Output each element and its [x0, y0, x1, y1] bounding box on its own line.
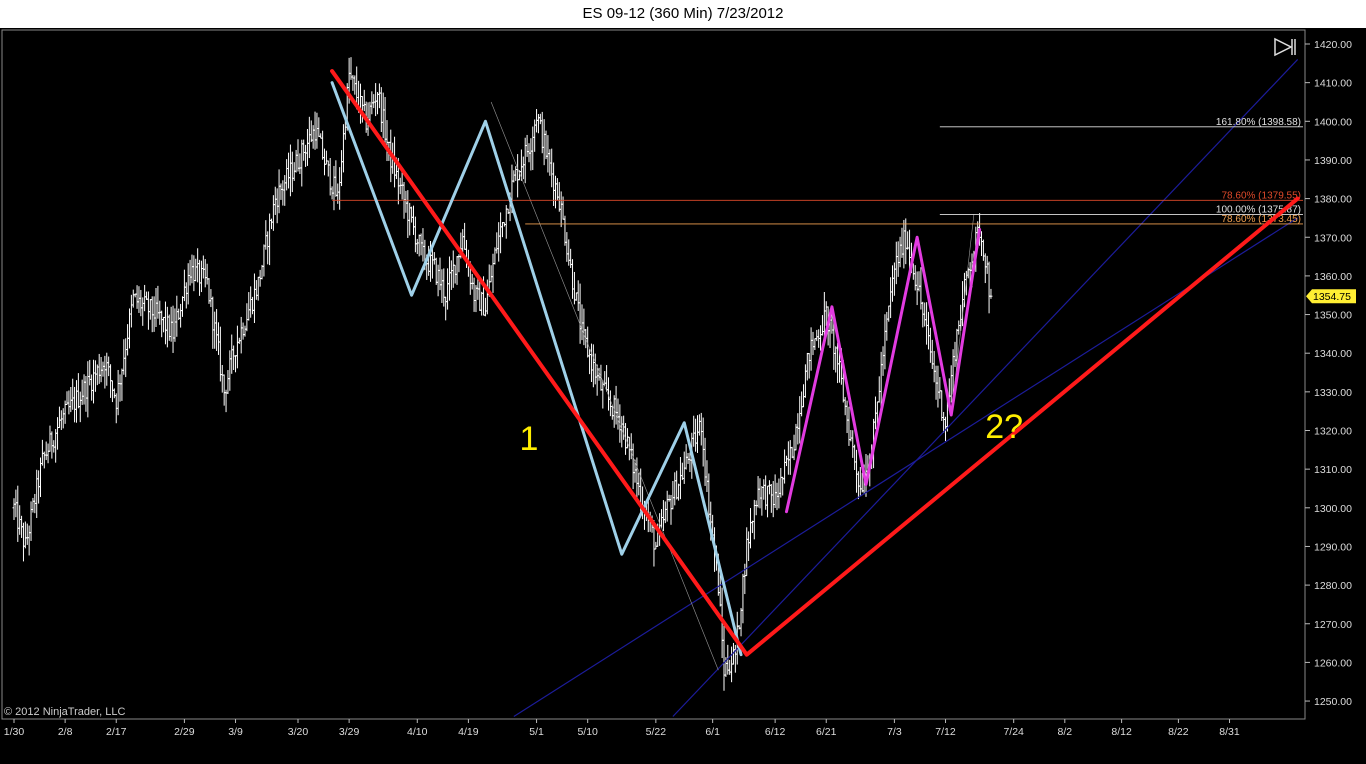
x-tick-label: 6/1: [705, 726, 720, 738]
fib-level-label: 161.80% (1398.58): [1216, 117, 1301, 128]
x-tick-label: 3/9: [228, 726, 243, 738]
price-chart[interactable]: 161.80% (1398.58)78.60% (1379.55)100.00%…: [0, 28, 1366, 764]
play-to-end-icon[interactable]: [1272, 36, 1298, 58]
y-tick-label: 1330.00: [1314, 387, 1352, 399]
x-tick-label: 6/21: [816, 726, 837, 738]
y-tick-label: 1280.00: [1314, 580, 1352, 592]
y-tick-label: 1390.00: [1314, 155, 1352, 167]
price-axis[interactable]: 1250.00 1260.00 1270.00 1280.00 1290.00 1300.…: [1305, 39, 1356, 708]
x-tick-label: 4/19: [458, 726, 479, 738]
x-tick-label: 2/8: [58, 726, 73, 738]
y-tick-label: 1360.00: [1314, 271, 1352, 283]
x-tick-label: 7/3: [887, 726, 902, 738]
y-tick-label: 1290.00: [1314, 541, 1352, 553]
x-tick-label: 8/12: [1111, 726, 1132, 738]
x-tick-label: 5/1: [529, 726, 544, 738]
y-tick-label: 1270.00: [1314, 619, 1352, 631]
time-axis[interactable]: 1/30 2/8 2/17 2/29 3/9 3/20 3/29 4/10 4/19 5/1 5/1…: [4, 719, 1240, 738]
y-tick-label: 1300.00: [1314, 503, 1352, 515]
chart-window: ES 09-12 (360 Min) 7/23/2012 161.80% (13…: [0, 0, 1366, 764]
fib-level-label: 78.60% (1373.45): [1221, 214, 1301, 225]
x-tick-label: 5/22: [646, 726, 667, 738]
wave-label: 1: [520, 420, 539, 458]
y-tick-label: 1370.00: [1314, 232, 1352, 244]
x-tick-label: 7/24: [1003, 726, 1024, 738]
fib-level-label: 78.60% (1379.55): [1221, 190, 1301, 201]
x-tick-label: 7/12: [935, 726, 956, 738]
x-tick-label: 3/20: [288, 726, 309, 738]
x-tick-label: 8/22: [1168, 726, 1189, 738]
x-tick-label: 2/29: [174, 726, 195, 738]
x-tick-label: 4/10: [407, 726, 428, 738]
last-price-badge: 1354.75: [1306, 289, 1356, 304]
y-tick-label: 1320.00: [1314, 426, 1352, 438]
plot-area: [1, 29, 1306, 720]
y-tick-label: 1260.00: [1314, 657, 1352, 669]
x-tick-label: 8/31: [1219, 726, 1240, 738]
chart-frame: [1, 29, 1306, 720]
x-tick-label: 1/30: [4, 726, 25, 738]
chart-title: ES 09-12 (360 Min) 7/23/2012: [0, 0, 1366, 28]
y-tick-label: 1410.00: [1314, 78, 1352, 90]
y-tick-label: 1250.00: [1314, 696, 1352, 708]
y-tick-label: 1400.00: [1314, 116, 1352, 128]
x-tick-label: 3/29: [339, 726, 360, 738]
y-tick-label: 1420.00: [1314, 39, 1352, 51]
y-tick-label: 1380.00: [1314, 194, 1352, 206]
x-tick-label: 2/17: [106, 726, 127, 738]
y-tick-label: 1350.00: [1314, 310, 1352, 322]
last-price-label: 1354.75: [1313, 291, 1351, 303]
x-tick-label: 5/10: [577, 726, 598, 738]
x-tick-label: 6/12: [765, 726, 786, 738]
wave-label: 2?: [985, 408, 1023, 446]
y-tick-label: 1310.00: [1314, 464, 1352, 476]
x-tick-label: 8/2: [1057, 726, 1072, 738]
y-tick-label: 1340.00: [1314, 348, 1352, 360]
copyright-notice: © 2012 NinjaTrader, LLC: [4, 706, 126, 718]
